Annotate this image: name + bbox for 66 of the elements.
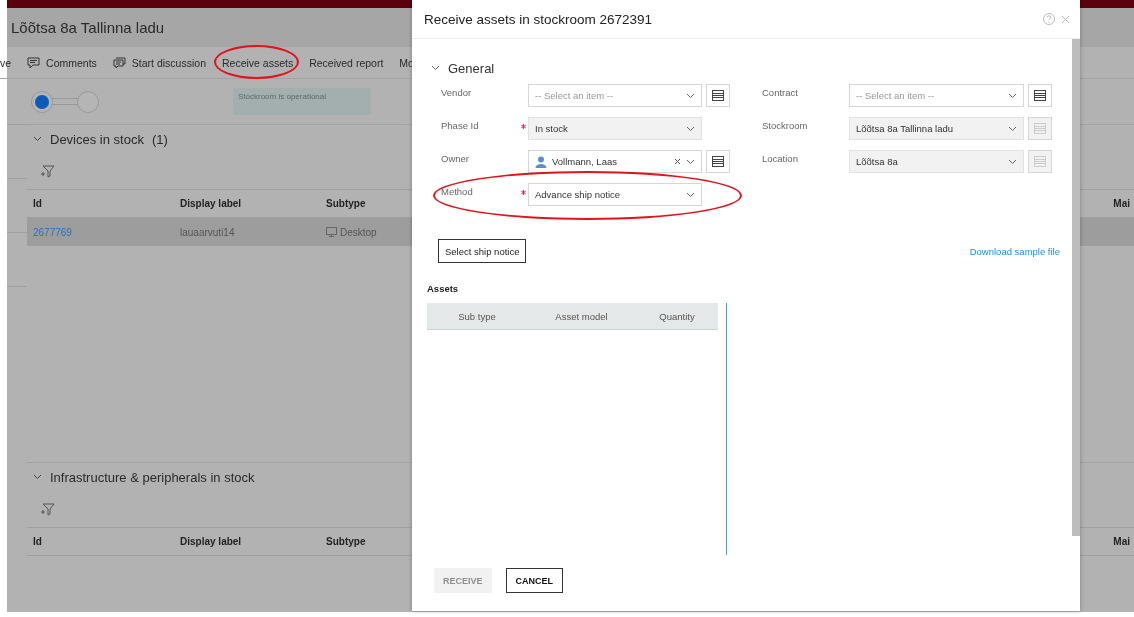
- step-marker[interactable]: [31, 90, 53, 113]
- column-header: Mai: [1113, 198, 1131, 209]
- chevron-down-icon: [1008, 125, 1017, 132]
- chevron-down-icon: [33, 136, 42, 142]
- toolbar-button[interactable]: Receive assets: [222, 56, 294, 69]
- list-icon: [1034, 156, 1046, 167]
- list-icon: [712, 90, 724, 101]
- page-title: Lõõtsa 8a Tallinna ladu: [11, 19, 165, 36]
- section-title: Infrastructure & peripherals in stock: [50, 469, 255, 485]
- discussion-icon: [112, 56, 126, 69]
- toolbar-button[interactable]: ve: [0, 56, 12, 69]
- column-header: Id: [33, 536, 43, 547]
- list-icon: [1034, 123, 1046, 134]
- column-header: Mai: [1113, 536, 1131, 547]
- chevron-down-icon: [686, 125, 695, 132]
- close-icon[interactable]: [1061, 14, 1070, 24]
- dialog-title: Receive assets in stockroom 2672391: [424, 11, 654, 27]
- chevron-down-icon: [1008, 158, 1017, 165]
- field-label: Owner: [441, 152, 470, 164]
- lookup-button[interactable]: [706, 84, 730, 107]
- column-header: Display label: [180, 198, 243, 209]
- section-title: General: [448, 60, 495, 76]
- comment-icon: [27, 56, 41, 69]
- field-label: Phase Id: [441, 119, 480, 131]
- column-header: Sub type: [457, 310, 497, 322]
- column-header: Subtype: [326, 536, 367, 547]
- dropdown-field[interactable]: Vollmann, Laas: [528, 150, 702, 173]
- column-header: Id: [33, 198, 43, 209]
- field-label: Stockroom: [762, 119, 809, 131]
- chevron-down-icon: [33, 474, 42, 480]
- column-header: Quantity: [658, 310, 696, 322]
- dropdown-field[interactable]: Advance ship notice: [528, 183, 702, 206]
- field-label: Vendor: [441, 86, 473, 98]
- person-icon: [535, 155, 547, 168]
- chevron-down-icon: [686, 92, 695, 99]
- lookup-button[interactable]: [706, 150, 730, 173]
- column-header: Asset model: [554, 310, 609, 322]
- chevron-down-icon: [686, 191, 695, 198]
- chevron-down-icon[interactable]: [431, 65, 440, 71]
- lookup-button[interactable]: [1028, 84, 1052, 107]
- field-label: Contract: [762, 86, 799, 98]
- step-connector: [52, 98, 78, 105]
- action-button[interactable]: CANCEL: [505, 568, 563, 593]
- clear-icon[interactable]: [674, 158, 681, 165]
- chevron-down-icon: [686, 158, 695, 165]
- filter-icon[interactable]: [41, 502, 55, 516]
- step-marker[interactable]: [77, 90, 99, 113]
- scrollbar[interactable]: [1072, 39, 1080, 536]
- section-title: Devices in stock (1): [50, 131, 168, 147]
- table-cell: lauaarvuti14: [180, 226, 235, 238]
- toolbar-button[interactable]: Received report: [309, 56, 384, 69]
- table-cell: Desktop: [340, 226, 377, 238]
- column-header: Display label: [180, 536, 243, 547]
- field-label: Method: [441, 185, 474, 197]
- list-icon: [1034, 90, 1046, 101]
- field-label: Location: [762, 152, 799, 164]
- monitor-icon: [326, 227, 337, 237]
- chevron-down-icon: [1008, 92, 1017, 99]
- toolbar-button[interactable]: Comments: [27, 56, 97, 69]
- select-ship-notice-button[interactable]: Select ship notice: [438, 239, 527, 263]
- list-icon: [712, 156, 724, 167]
- toolbar-button[interactable]: Start discussion: [112, 56, 206, 69]
- assets-title: Assets: [427, 283, 460, 294]
- download-link[interactable]: Download sample file: [969, 245, 1060, 257]
- column-header: Subtype: [326, 198, 367, 209]
- filter-icon[interactable]: [41, 164, 55, 178]
